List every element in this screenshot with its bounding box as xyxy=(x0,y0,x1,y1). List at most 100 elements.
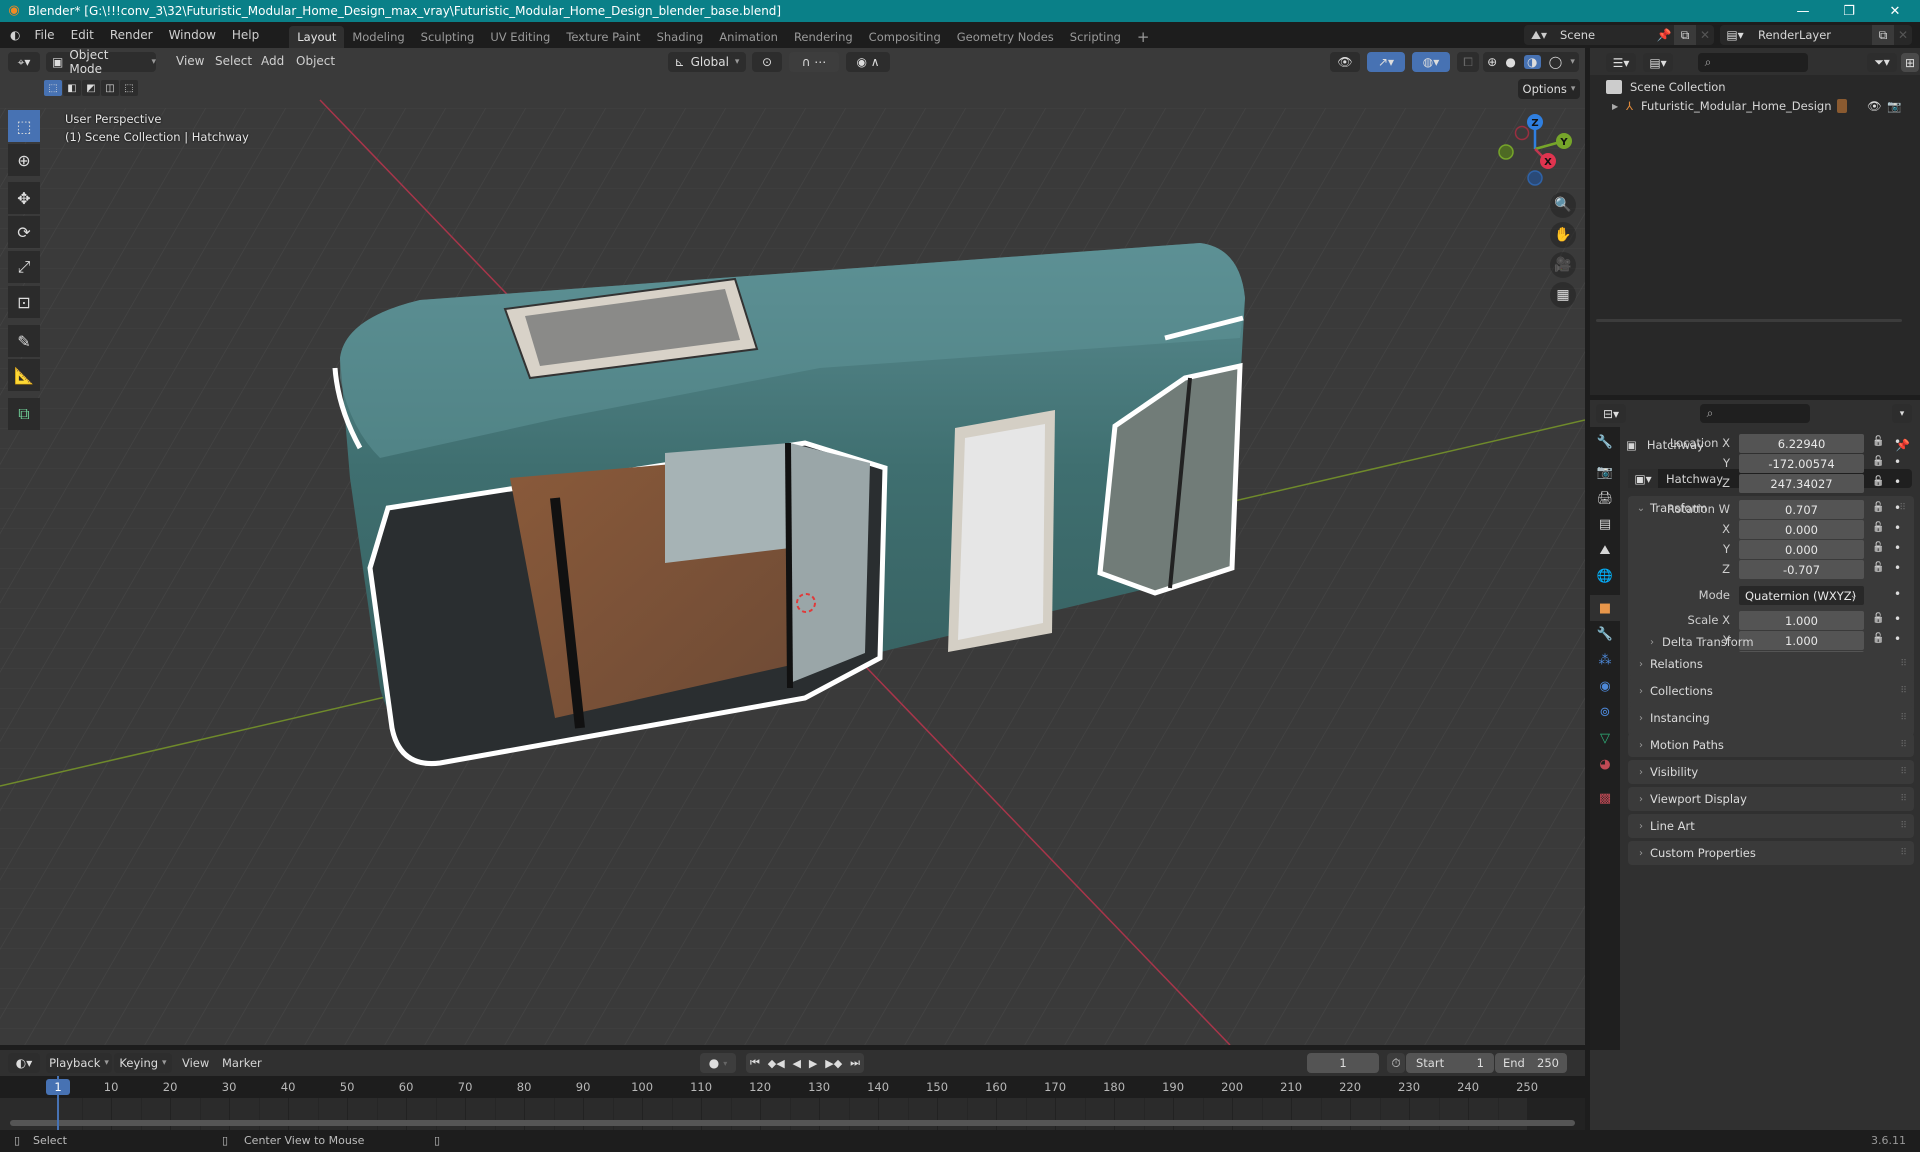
keyframe-dot-icon[interactable]: • xyxy=(1894,435,1901,449)
zoom-view-button[interactable]: 🔍 xyxy=(1550,192,1576,218)
drag-handle-icon[interactable]: ⠿ xyxy=(1900,821,1907,831)
minimize-button[interactable]: — xyxy=(1780,0,1826,22)
lock-icon[interactable]: 🔓 xyxy=(1872,562,1884,573)
jump-end-icon[interactable]: ⏭ xyxy=(850,1056,860,1070)
lock-icon[interactable]: 🔓 xyxy=(1872,476,1884,487)
tab-material[interactable]: ◕ xyxy=(1590,751,1620,777)
tool-scale[interactable]: ⤢ xyxy=(8,251,40,283)
panel-collections[interactable]: › Collections ⠿ xyxy=(1628,679,1914,703)
view-layer-selector[interactable]: ▤▾ RenderLayer ⧉ ✕ xyxy=(1720,25,1912,45)
scene-collection-row[interactable]: Scene Collection xyxy=(1606,78,1726,96)
pan-view-button[interactable]: ✋ xyxy=(1550,222,1576,248)
scale-y-field[interactable]: 1.000 xyxy=(1739,631,1864,650)
tab-rendering[interactable]: Rendering xyxy=(786,26,861,48)
delta-transform-subpanel[interactable]: › Delta Transform xyxy=(1650,633,1754,651)
location-y-field[interactable]: -172.00574 xyxy=(1739,454,1864,473)
snap-button[interactable]: ∩ ⋯ xyxy=(789,52,839,72)
panel-relations[interactable]: › Relations ⠿ xyxy=(1628,652,1914,676)
orientation-dropdown[interactable]: ⊾ Global ▾ xyxy=(668,52,746,72)
rotation-mode-field[interactable]: Quaternion (WXYZ) ⌄ xyxy=(1739,586,1864,605)
tab-scripting[interactable]: Scripting xyxy=(1062,26,1129,48)
panel-line-art[interactable]: › Line Art ⠿ xyxy=(1628,814,1914,838)
camera-view-button[interactable]: 🎥 xyxy=(1550,252,1576,278)
panel-custom-properties[interactable]: › Custom Properties ⠿ xyxy=(1628,841,1914,865)
prev-keyframe-icon[interactable]: ◆◀ xyxy=(768,1057,785,1070)
menu-add[interactable]: Add xyxy=(253,48,292,74)
tab-data[interactable]: ▽ xyxy=(1590,725,1620,751)
tab-sculpting[interactable]: Sculpting xyxy=(413,26,483,48)
filter-dropdown[interactable]: ⏷▾ xyxy=(1867,53,1897,72)
blender-menu-icon[interactable]: ◐ xyxy=(0,22,26,48)
tab-texture[interactable]: ▩ xyxy=(1590,785,1620,811)
menu-view[interactable]: View xyxy=(168,48,212,74)
scene-name[interactable]: Scene xyxy=(1554,28,1654,42)
eye-icon[interactable]: 👁 xyxy=(1867,99,1882,113)
playhead-frame-label[interactable]: 1 xyxy=(46,1079,70,1095)
play-reverse-icon[interactable]: ◀ xyxy=(793,1057,801,1070)
maximize-button[interactable]: ❐ xyxy=(1826,0,1872,22)
panel-viewport-display[interactable]: › Viewport Display ⠿ xyxy=(1628,787,1914,811)
preview-range-toggle[interactable]: ⏱ xyxy=(1387,1053,1405,1073)
mode-dropdown[interactable]: ▣ Object Mode ▾ xyxy=(46,48,156,76)
end-frame-field[interactable]: End 250 xyxy=(1495,1053,1567,1073)
navigation-gizmo[interactable]: Z Y X xyxy=(1490,110,1580,190)
drag-handle-icon[interactable]: ⠿ xyxy=(1900,713,1907,723)
timeline-editor-type[interactable]: ◐▾ xyxy=(8,1053,40,1073)
tab-constraints[interactable]: ⊚ xyxy=(1590,699,1620,725)
keyframe-dot-icon[interactable]: • xyxy=(1894,475,1901,489)
tool-measure[interactable]: 📐 xyxy=(8,359,40,391)
tab-texture-paint[interactable]: Texture Paint xyxy=(558,26,648,48)
select-intersect-icon[interactable]: ⬚ xyxy=(120,80,138,96)
wireframe-shading-icon[interactable]: ⊕ xyxy=(1487,55,1497,69)
rotation-y-field[interactable]: 0.000 xyxy=(1739,540,1864,559)
drag-handle-icon[interactable]: ⠿ xyxy=(1900,794,1907,804)
display-mode-dropdown[interactable]: ▤▾ xyxy=(1643,53,1673,72)
tab-uv-editing[interactable]: UV Editing xyxy=(482,26,558,48)
new-scene-icon[interactable]: ⧉ xyxy=(1674,25,1696,45)
drag-handle-icon[interactable]: ⠿ xyxy=(1900,740,1907,750)
view-layer-name[interactable]: RenderLayer xyxy=(1750,28,1872,42)
drag-handle-icon[interactable]: ⠿ xyxy=(1900,659,1907,669)
proportional-editing-button[interactable]: ◉ ∧ xyxy=(846,52,890,72)
lock-icon[interactable]: 🔓 xyxy=(1872,436,1884,447)
tool-cursor[interactable]: ⊕ xyxy=(8,144,40,176)
timeline-ruler[interactable]: 10 20 30 40 50 60 70 80 90 100 110 120 130 140 150 160 1… xyxy=(0,1076,1585,1098)
properties-options[interactable]: ▾ xyxy=(1892,404,1912,423)
gizmo-neg-z[interactable] xyxy=(1527,170,1543,186)
rotation-w-field[interactable]: 0.707 xyxy=(1739,500,1864,519)
lock-icon[interactable]: 🔓 xyxy=(1872,613,1884,624)
lock-icon[interactable]: 🔓 xyxy=(1872,502,1884,513)
tab-modeling[interactable]: Modeling xyxy=(344,26,412,48)
location-z-field[interactable]: 247.34027 xyxy=(1739,474,1864,493)
timeline-view-menu[interactable]: View xyxy=(182,1056,209,1070)
rotation-x-field[interactable]: 0.000 xyxy=(1739,520,1864,539)
keyframe-dot-icon[interactable]: • xyxy=(1894,541,1901,555)
lock-icon[interactable]: 🔓 xyxy=(1872,633,1884,644)
rendered-shading-icon[interactable]: ◯ xyxy=(1549,55,1562,69)
keyframe-dot-icon[interactable]: • xyxy=(1894,632,1901,646)
jump-start-icon[interactable]: ⏮ xyxy=(750,1056,760,1070)
keyframe-dot-icon[interactable]: • xyxy=(1894,612,1901,626)
delete-scene-icon[interactable]: ✕ xyxy=(1696,28,1714,42)
tab-geometry-nodes[interactable]: Geometry Nodes xyxy=(949,26,1062,48)
editor-type-button[interactable]: ⌖▾ xyxy=(8,52,40,72)
tool-select-box[interactable]: ⬚ xyxy=(8,110,40,142)
tab-layout[interactable]: Layout xyxy=(289,26,345,48)
lock-icon[interactable]: 🔓 xyxy=(1872,542,1884,553)
solid-shading-icon[interactable]: ● xyxy=(1505,55,1515,69)
keying-menu[interactable]: Keying ▾ xyxy=(114,1053,172,1073)
next-keyframe-icon[interactable]: ▶◆ xyxy=(825,1057,842,1070)
pivot-point-button[interactable]: ⊙ xyxy=(752,52,782,72)
3d-viewport[interactable]: ⌖▾ ▣ Object Mode ▾ View Select Add Objec… xyxy=(0,48,1585,1045)
keyframe-dot-icon[interactable]: • xyxy=(1894,455,1901,469)
start-frame-field[interactable]: Start 1 xyxy=(1406,1053,1494,1073)
new-view-layer-icon[interactable]: ⧉ xyxy=(1872,25,1894,45)
select-extend-icon[interactable]: ◧ xyxy=(63,80,81,96)
tool-move[interactable]: ✥ xyxy=(8,182,40,214)
pin-icon[interactable]: 📌 xyxy=(1654,28,1674,42)
properties-editor-type[interactable]: ⊟▾ xyxy=(1596,404,1626,423)
timeline-marker-menu[interactable]: Marker xyxy=(222,1056,262,1070)
keyframe-dot-icon[interactable]: • xyxy=(1894,501,1901,515)
play-icon[interactable]: ▶ xyxy=(809,1057,817,1070)
drag-handle-icon[interactable]: ⠿ xyxy=(1900,767,1907,777)
